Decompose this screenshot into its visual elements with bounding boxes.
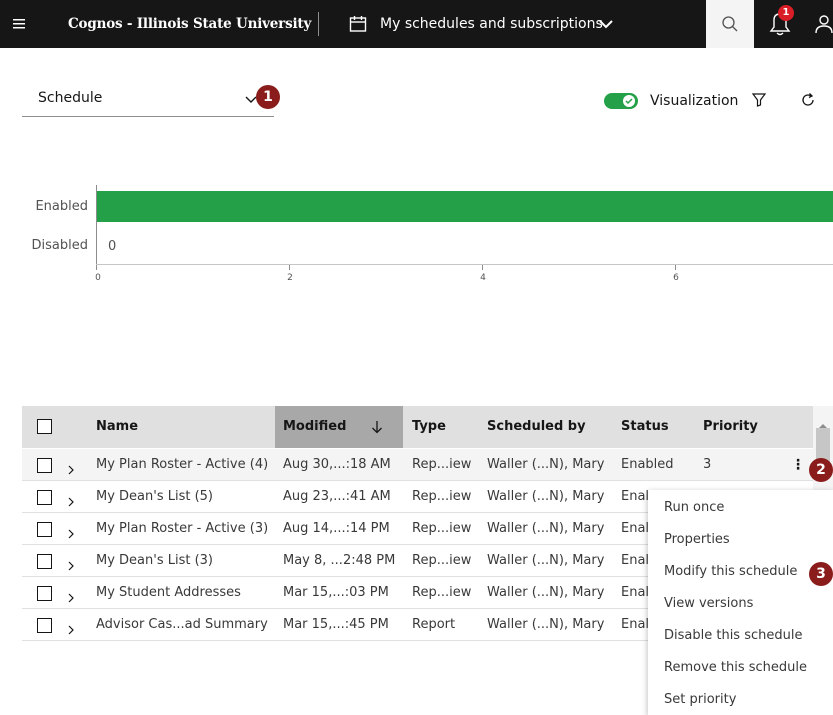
callout-badge-2: 2 xyxy=(809,458,833,482)
cell-scheduled-by: Waller (...N), Mary xyxy=(487,553,605,568)
chevron-down-icon[interactable] xyxy=(598,16,614,32)
cell-name[interactable]: Advisor Cas...ad Summary xyxy=(96,617,268,632)
chevron-right-icon[interactable] xyxy=(67,492,75,511)
cell-type: Rep...iew xyxy=(412,457,472,472)
search-icon xyxy=(722,16,738,32)
row-checkbox[interactable] xyxy=(37,554,52,569)
callout-badge-1: 1 xyxy=(256,85,280,109)
topbar-divider xyxy=(318,12,319,36)
x-tick-label: 0 xyxy=(95,273,101,283)
x-tick-label: 6 xyxy=(673,273,679,283)
cell-name[interactable]: My Dean's List (5) xyxy=(96,489,213,504)
column-header-scheduled-by[interactable]: Scheduled by xyxy=(487,419,586,434)
cell-type: Rep...iew xyxy=(412,585,472,600)
checkmark-icon xyxy=(625,98,633,105)
menu-item-remove-schedule[interactable]: Remove this schedule xyxy=(664,660,807,675)
cell-modified: Aug 23,...:41 AM xyxy=(283,489,391,504)
menu-item-modify-schedule[interactable]: Modify this schedule xyxy=(664,564,797,579)
hamburger-menu-icon[interactable] xyxy=(8,12,32,36)
x-tick-4 xyxy=(482,265,483,270)
cell-status: Enal xyxy=(621,617,650,632)
cell-type: Rep...iew xyxy=(412,521,472,536)
cell-scheduled-by: Waller (...N), Mary xyxy=(487,457,605,472)
column-header-type[interactable]: Type xyxy=(412,419,446,434)
cell-name[interactable]: My Plan Roster - Active (3) xyxy=(96,521,268,536)
cell-modified: Aug 14,...:14 PM xyxy=(283,521,390,536)
x-tick-label: 2 xyxy=(287,273,293,283)
cell-modified: Mar 15,...:03 PM xyxy=(283,585,389,600)
column-header-modified-label: Modified xyxy=(283,419,347,434)
chevron-right-icon[interactable] xyxy=(67,556,75,575)
cell-scheduled-by: Waller (...N), Mary xyxy=(487,585,605,600)
y-tick-label-disabled: Disabled xyxy=(31,238,88,253)
row-checkbox[interactable] xyxy=(37,618,52,633)
cell-modified: Aug 30,...:18 AM xyxy=(283,457,391,472)
cell-type: Rep...iew xyxy=(412,489,472,504)
row-checkbox[interactable] xyxy=(37,522,52,537)
callout-badge-3: 3 xyxy=(809,562,833,586)
chevron-right-icon[interactable] xyxy=(67,460,75,479)
visualization-toggle[interactable] xyxy=(604,93,638,109)
row-checkbox[interactable] xyxy=(37,490,52,505)
dropdown-value: Schedule xyxy=(38,90,103,106)
menu-item-set-priority[interactable]: Set priority xyxy=(664,692,736,707)
x-tick-6 xyxy=(675,265,676,270)
cell-status: Enal xyxy=(621,489,650,504)
bar-enabled[interactable] xyxy=(97,191,833,222)
calendar-icon xyxy=(348,14,368,34)
schedule-status-chart: Enabled Disabled 0 0 2 4 6 xyxy=(0,160,833,300)
cell-type: Rep...iew xyxy=(412,553,472,568)
x-tick-0 xyxy=(96,265,97,270)
cell-name[interactable]: My Dean's List (3) xyxy=(96,553,213,568)
table-header: Name Modified Type Scheduled by Status P… xyxy=(22,406,833,448)
chevron-right-icon[interactable] xyxy=(67,524,75,543)
cell-priority: 3 xyxy=(703,457,712,472)
cell-modified: Mar 15,...:45 PM xyxy=(283,617,389,632)
menu-item-run-once[interactable]: Run once xyxy=(664,500,724,515)
column-header-modified[interactable]: Modified xyxy=(275,406,403,448)
select-all-checkbox[interactable] xyxy=(37,419,52,434)
cell-status: Enal xyxy=(621,521,650,536)
cell-type: Report xyxy=(412,617,456,632)
refresh-icon[interactable] xyxy=(800,92,816,112)
x-axis xyxy=(96,264,833,265)
x-tick-2 xyxy=(289,265,290,270)
cell-scheduled-by: Waller (...N), Mary xyxy=(487,617,605,632)
visualization-label: Visualization xyxy=(650,93,739,109)
column-header-name[interactable]: Name xyxy=(96,419,138,434)
cell-name[interactable]: My Student Addresses xyxy=(96,585,241,600)
bar-value-label-disabled: 0 xyxy=(108,239,117,254)
cell-modified: May 8, ...2:48 PM xyxy=(283,553,396,568)
cell-name[interactable]: My Plan Roster - Active (4) xyxy=(96,457,268,472)
cell-status: Enabled xyxy=(621,457,674,472)
row-checkbox[interactable] xyxy=(37,458,52,473)
top-navigation-bar: Cognos - Illinois State University My sc… xyxy=(0,0,833,48)
chevron-right-icon[interactable] xyxy=(67,588,75,607)
y-tick-label-enabled: Enabled xyxy=(35,199,88,214)
chevron-right-icon[interactable] xyxy=(67,620,75,639)
toggle-knob xyxy=(623,95,635,107)
table-row[interactable]: My Plan Roster - Active (4) Aug 30,...:1… xyxy=(22,449,833,481)
app-title[interactable]: Cognos - Illinois State University xyxy=(68,16,311,32)
user-icon[interactable] xyxy=(812,12,833,36)
cell-status: Enal xyxy=(621,585,650,600)
cell-scheduled-by: Waller (...N), Mary xyxy=(487,521,605,536)
row-context-menu: Run once Properties Modify this schedule… xyxy=(648,490,833,715)
cell-status: Enal xyxy=(621,553,650,568)
arrow-down-icon xyxy=(371,419,383,438)
menu-item-view-versions[interactable]: View versions xyxy=(664,596,753,611)
overflow-menu-icon[interactable]: ⋮ xyxy=(791,457,805,473)
column-header-status[interactable]: Status xyxy=(621,419,669,434)
column-header-priority[interactable]: Priority xyxy=(703,419,758,434)
schedule-filter-dropdown[interactable]: Schedule xyxy=(22,82,274,117)
menu-item-disable-schedule[interactable]: Disable this schedule xyxy=(664,628,802,643)
menu-item-properties[interactable]: Properties xyxy=(664,532,730,547)
notification-badge: 1 xyxy=(778,5,794,21)
x-tick-label: 4 xyxy=(480,273,486,283)
row-checkbox[interactable] xyxy=(37,586,52,601)
page-title[interactable]: My schedules and subscriptions xyxy=(380,16,603,32)
cell-scheduled-by: Waller (...N), Mary xyxy=(487,489,605,504)
filter-icon[interactable] xyxy=(751,92,767,112)
search-button[interactable] xyxy=(706,0,754,48)
